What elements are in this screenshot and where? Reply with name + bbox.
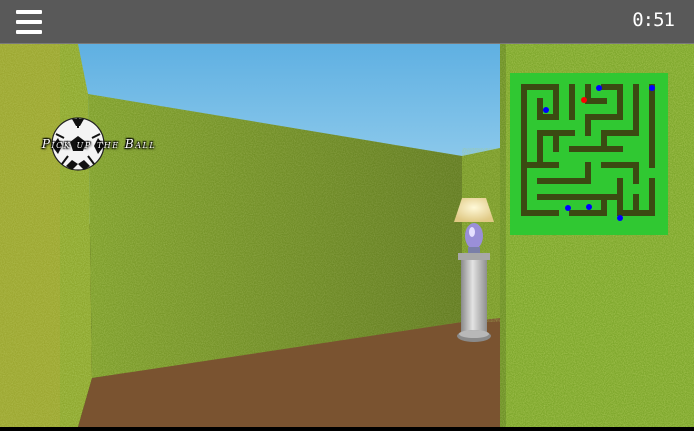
game-timer: 0:51 xyxy=(632,9,675,31)
objective-text: Pick up the Ball xyxy=(41,137,157,151)
maze-3d-view[interactable]: Pick up the Ball xyxy=(0,44,694,427)
player-marker xyxy=(581,97,587,103)
item-marker xyxy=(649,85,655,91)
objective-hint: Pick up the Ball xyxy=(24,116,174,176)
item-marker xyxy=(586,204,592,210)
item-marker xyxy=(617,215,623,221)
lamp-pedestal xyxy=(454,198,494,342)
top-bar: 0:51 xyxy=(0,0,694,44)
item-marker xyxy=(596,85,602,91)
hamburger-menu-icon[interactable] xyxy=(16,10,42,34)
item-marker xyxy=(565,205,571,211)
item-marker xyxy=(543,107,549,113)
maze-minimap xyxy=(510,73,668,235)
